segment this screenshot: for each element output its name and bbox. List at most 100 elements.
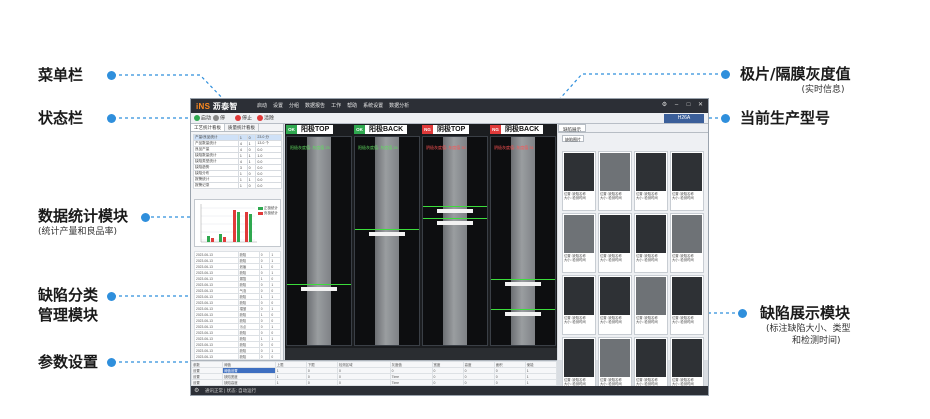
stop-button[interactable]: 停止 [235,115,252,122]
defect-caption: 大小: 检测时间 [600,258,622,263]
electrode-image[interactable]: 阴极灰度值: 灰度值 31 [490,136,556,346]
tab-marker [437,221,473,225]
stats-tabs: 工艺统计看板 质量统计看板 [191,124,283,132]
result-badge: NG [490,125,501,134]
settings-icon[interactable]: ⚙ [661,102,668,109]
callout-gray-text: 极片/隔膜灰度值 [740,65,851,83]
defect-thumbnail[interactable]: 位置: 缺陷名称 大小: 检测时间 [562,275,596,335]
callout-defect-class: 缺陷分类 管理模块 [38,285,98,325]
detection-line [423,206,487,207]
defect-class-table: 2023-06-13 缺陷 0 1 2023-06-13 缺陷 0 1 2023-06-13 划痕… [194,251,281,360]
menu-item[interactable]: 启动 [257,102,267,109]
defect-thumbnail[interactable]: 位置: 缺陷名称 大小: 检测时间 [598,213,632,273]
detection-line [287,284,351,285]
electrode-strip [443,137,467,345]
defect-image [564,277,594,315]
defect-thumbnails: 位置: 缺陷名称 大小: 检测时间 位置: 缺陷名称 大小: 检测时间 位置: 缺陷名称… [562,151,706,395]
footer-status: 通讯正常 | 状态: 自动运行 [205,388,257,393]
menu-item[interactable]: 工作 [331,102,341,109]
gray-value-overlay: 阳极灰度值: 灰度值 26 [358,145,398,150]
close-icon[interactable]: ✕ [697,102,704,109]
callout-stats-subtext: (统计产量和良品率) [38,227,118,237]
gray-value-overlay: 阴极灰度值: 灰度值 31 [494,145,534,150]
defect-thumbnail[interactable]: 位置: 缺陷名称 大小: 检测时间 [562,151,596,211]
tab-marker [437,209,473,213]
defect-caption: 大小: 检测时间 [600,320,622,325]
defect-thumbnail[interactable]: 位置: 缺陷名称 大小: 检测时间 [598,275,632,335]
defect-thumbnail[interactable]: 位置: 缺陷名称 大小: 检测时间 [670,275,704,335]
callout-defect-show-subtext-2: 和检测时间) [792,336,841,346]
menu-item[interactable]: 数据报告 [305,102,325,109]
menu-bar: iNS 沥泰智 启动 设置 分组 数据报告 工作 帮助 系统设置 数据分析 ⚙ – □ ✕ [191,99,708,113]
result-badge: OK [354,125,365,134]
pane-title[interactable]: 阳极TOP [297,125,334,134]
defect-caption: 大小: 检测时间 [672,258,694,263]
defect-image [672,153,702,191]
footer-bar: ⚙ 通讯正常 | 状态: 自动运行 [191,386,708,395]
param-settings-panel: 参数 阈值 上限 下限 检测区域 灰度值 宽度 高度 面积 使能 设置 阈值设置 1 0 0 0 0 0 0 1 设置缺… [191,360,558,395]
defect-caption: 大小: 检测时间 [672,320,694,325]
defect-thumbnail[interactable]: 位置: 缺陷名称 大小: 检测时间 [562,213,596,273]
defect-thumbnail[interactable]: 位置: 缺陷名称 大小: 检测时间 [670,151,704,211]
menu-item[interactable]: 分组 [289,102,299,109]
defect-image [600,153,630,191]
stats-panel: 工艺统计看板 质量统计看板 产量/良品统计 1 0 23.0 分产品数量统计 4 1 13.0… [191,124,284,360]
callout-defect-class-text-1: 缺陷分类 [38,286,99,304]
callout-dot [107,358,116,367]
legend-swatch [258,206,263,210]
pause-icon [213,115,219,121]
callout-statusbar: 状态栏 [38,108,83,128]
defect-thumbnail[interactable]: 位置: 缺陷名称 大小: 检测时间 [634,275,668,335]
defect-caption: 大小: 检测时间 [672,196,694,201]
pane-title[interactable]: 阳极BACK [365,125,408,134]
electrode-image[interactable]: 阴极灰度值: 灰度值 30 [422,136,488,346]
callout-defect-show-subtext-1: (标注缺陷大小、类型 [766,324,851,334]
menu-item[interactable]: 系统设置 [363,102,383,109]
minimize-icon[interactable]: – [673,102,680,109]
electrode-image[interactable]: 阳极灰度值: 灰度值 26 [354,136,420,346]
menu-item[interactable]: 帮助 [347,102,357,109]
status-bar: 启动 停 停止 清除 [191,113,708,124]
electrode-strip [307,137,331,345]
menu-item[interactable]: 设置 [273,102,283,109]
detection-line [491,309,555,310]
app-logo: iNS 沥泰智 [196,102,238,111]
maximize-icon[interactable]: □ [685,102,692,109]
callout-dot [141,213,150,222]
callout-stats-text: 数据统计模块 [38,207,129,225]
reset-button[interactable]: 清除 [257,115,274,122]
defect-caption: 大小: 检测时间 [600,196,622,201]
callout-dot [107,292,116,301]
defect-caption: 大小: 检测时间 [564,258,586,263]
stats-table: 产量/良品统计 1 0 23.0 分产品数量统计 4 1 13.0 个良品产量 4 0 0.0 缺陷… [193,134,282,189]
gray-value-overlay: 阳极灰度值: 灰度值 25 [290,145,330,150]
stats-tab[interactable]: 工艺统计看板 [191,124,225,131]
pane-title[interactable]: 阴极BACK [501,125,544,134]
callout-menubar: 菜单栏 [38,65,83,85]
defect-thumbnail[interactable]: 位置: 缺陷名称 大小: 检测时间 [634,151,668,211]
yield-chart: 正极统计 负极统计 [194,199,281,247]
gear-icon[interactable]: ⚙ [194,387,199,394]
menu-item[interactable]: 数据分析 [389,102,409,109]
callout-params-text: 参数设置 [38,353,99,371]
table-row[interactable]: 报警记录 1 0 0.0 [193,182,282,189]
callout-defect-class-text-2: 管理模块 [38,306,99,324]
defect-thumbnail[interactable]: 位置: 缺陷名称 大小: 检测时间 [670,213,704,273]
pane-title[interactable]: 阴极TOP [433,125,470,134]
start-button[interactable]: 启动 [194,115,211,122]
defect-display-tabs: 缺陷展示 [558,124,708,133]
defect-image [672,215,702,253]
stats-tab[interactable]: 质量统计看板 [225,124,259,131]
chart-legend: 正极统计 负极统计 [258,206,278,216]
electrode-image[interactable]: 阳极灰度值: 灰度值 25 [286,136,352,346]
tab-marker [505,312,541,316]
table-row[interactable]: 2023-06-13 缺陷 0 0 [194,353,281,360]
pause-button[interactable]: 停 [213,115,225,122]
defect-caption: 大小: 检测时间 [564,196,586,201]
defect-thumbnail[interactable]: 位置: 缺陷名称 大小: 检测时间 [598,151,632,211]
tab-defect-images[interactable]: 缺陷图片 [562,135,584,142]
defect-image [636,277,666,315]
tab-defect-display[interactable]: 缺陷展示 [558,124,586,132]
defect-thumbnail[interactable]: 位置: 缺陷名称 大小: 检测时间 [634,213,668,273]
image-viewer-scroll-area[interactable] [285,348,557,360]
